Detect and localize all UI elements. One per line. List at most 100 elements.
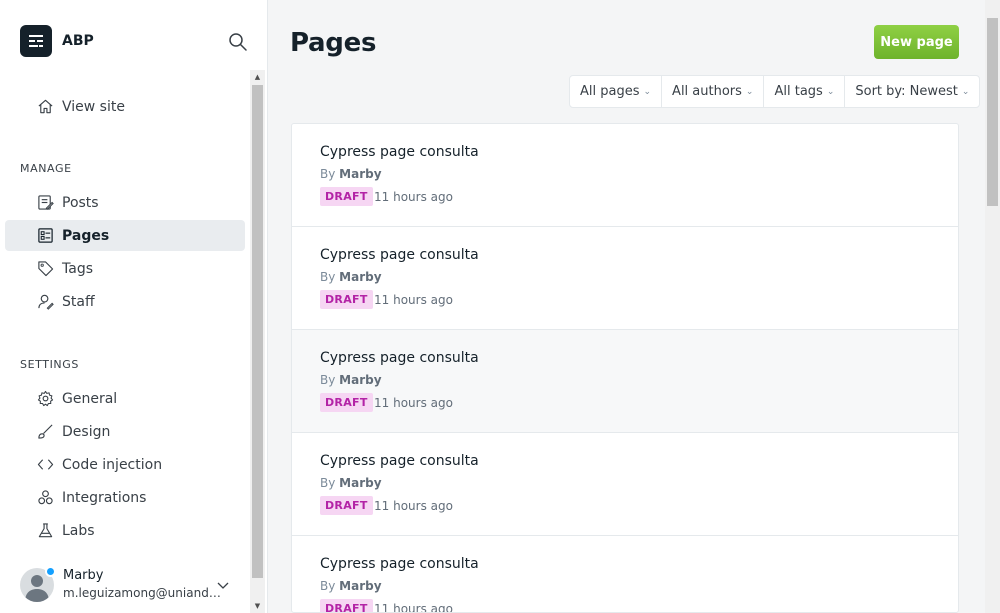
- page-title-link[interactable]: Cypress page consulta: [320, 144, 479, 160]
- search-icon[interactable]: [228, 32, 248, 52]
- filter-tags[interactable]: All tags ⌄: [764, 76, 846, 107]
- author-name: Marby: [339, 270, 382, 284]
- new-page-button[interactable]: New page: [874, 25, 959, 59]
- scroll-down-icon[interactable]: ▼: [250, 599, 265, 613]
- home-icon: [36, 98, 54, 116]
- sidebar-item-view-site[interactable]: View site: [5, 91, 245, 122]
- list-item[interactable]: Cypress page consulta By Marby DRAFT 11 …: [292, 227, 958, 330]
- page-author: By Marby: [320, 270, 382, 284]
- sidebar-item-label: Tags: [62, 260, 93, 277]
- list-item[interactable]: Cypress page consulta By Marby DRAFT 11 …: [292, 433, 958, 536]
- page-title-link[interactable]: Cypress page consulta: [320, 556, 479, 572]
- sidebar-item-label: General: [62, 390, 118, 407]
- page-title-link[interactable]: Cypress page consulta: [320, 453, 479, 469]
- sidebar-scrollbar[interactable]: ▲ ▼: [250, 70, 265, 613]
- sidebar-item-label: Design: [62, 423, 111, 440]
- posts-icon: [36, 194, 54, 212]
- user-menu[interactable]: Marby m.leguizamong@uniandes.edu.co: [20, 563, 250, 607]
- list-item[interactable]: Cypress page consulta By Marby DRAFT 11 …: [292, 536, 958, 613]
- sidebar-item-labs[interactable]: Labs: [5, 515, 245, 546]
- by-label: By: [320, 270, 336, 284]
- integrations-icon: [36, 489, 54, 507]
- filter-pages[interactable]: All pages ⌄: [570, 76, 663, 107]
- page-title-link[interactable]: Cypress page consulta: [320, 247, 479, 263]
- scroll-up-icon[interactable]: ▲: [250, 70, 265, 84]
- sidebar-item-label: Integrations: [62, 489, 147, 506]
- page-timestamp: 11 hours ago: [374, 602, 453, 613]
- author-name: Marby: [339, 476, 382, 490]
- sidebar-item-label: Pages: [62, 227, 110, 244]
- brand[interactable]: ABP: [20, 24, 94, 58]
- settings-section-title: SETTINGS: [20, 358, 79, 371]
- page-timestamp: 11 hours ago: [374, 293, 453, 307]
- sidebar-item-label: Labs: [62, 522, 95, 539]
- brush-icon: [36, 423, 54, 441]
- chevron-down-icon: ⌄: [643, 86, 652, 97]
- author-name: Marby: [339, 167, 382, 181]
- by-label: By: [320, 167, 336, 181]
- sidebar-item-staff[interactable]: Staff: [5, 286, 245, 317]
- status-badge: DRAFT: [320, 599, 373, 612]
- manage-section-title: MANAGE: [20, 162, 72, 175]
- status-dot: [45, 566, 56, 577]
- page-title-link[interactable]: Cypress page consulta: [320, 350, 479, 366]
- chevron-down-icon[interactable]: [216, 577, 230, 591]
- author-name: Marby: [339, 579, 382, 593]
- sidebar-item-tags[interactable]: Tags: [5, 253, 245, 284]
- logo-icon: [20, 25, 52, 57]
- window-scroll-thumb[interactable]: [987, 18, 998, 206]
- by-label: By: [320, 579, 336, 593]
- main-content: Pages New page All pages ⌄ All authors ⌄ A…: [268, 0, 985, 613]
- chevron-down-icon: ⌄: [745, 86, 754, 97]
- status-badge: DRAFT: [320, 393, 373, 412]
- brand-name: ABP: [62, 33, 94, 49]
- gear-icon: [36, 390, 54, 408]
- page-timestamp: 11 hours ago: [374, 499, 453, 513]
- list-item[interactable]: Cypress page consulta By Marby DRAFT 11 …: [292, 124, 958, 227]
- sidebar-item-label: Code injection: [62, 456, 163, 473]
- by-label: By: [320, 476, 336, 490]
- flask-icon: [36, 522, 54, 540]
- sidebar-item-code-injection[interactable]: Code injection: [5, 449, 245, 480]
- user-email: m.leguizamong@uniandes.edu.co: [63, 586, 223, 600]
- filter-label: Sort by: Newest: [855, 84, 958, 99]
- status-badge: DRAFT: [320, 187, 373, 206]
- chevron-down-icon: ⌄: [961, 86, 970, 97]
- staff-icon: [36, 293, 54, 311]
- page-author: By Marby: [320, 373, 382, 387]
- pages-list: Cypress page consulta By Marby DRAFT 11 …: [291, 123, 959, 613]
- author-name: Marby: [339, 373, 382, 387]
- list-item[interactable]: Cypress page consulta By Marby DRAFT 11 …: [292, 330, 958, 433]
- sidebar-item-design[interactable]: Design: [5, 416, 245, 447]
- sidebar-scroll-thumb[interactable]: [252, 85, 263, 578]
- page-author: By Marby: [320, 579, 382, 593]
- by-label: By: [320, 373, 336, 387]
- sidebar-item-label: Staff: [62, 293, 95, 310]
- status-badge: DRAFT: [320, 496, 373, 515]
- sidebar-item-posts[interactable]: Posts: [5, 187, 245, 218]
- user-name: Marby: [63, 568, 104, 583]
- sidebar-item-label: View site: [62, 98, 125, 115]
- page-author: By Marby: [320, 167, 382, 181]
- page-timestamp: 11 hours ago: [374, 396, 453, 410]
- code-icon: [36, 456, 54, 474]
- window-scrollbar[interactable]: [985, 0, 1000, 613]
- status-badge: DRAFT: [320, 290, 373, 309]
- sidebar-item-label: Posts: [62, 194, 99, 211]
- filter-label: All authors: [672, 84, 742, 99]
- filter-bar: All pages ⌄ All authors ⌄ All tags ⌄ Sort b…: [569, 75, 981, 108]
- page-title: Pages: [290, 28, 377, 58]
- sidebar-item-pages[interactable]: Pages: [5, 220, 245, 251]
- page-timestamp: 11 hours ago: [374, 190, 453, 204]
- filter-sort[interactable]: Sort by: Newest ⌄: [845, 76, 979, 107]
- filter-label: All pages: [580, 84, 640, 99]
- sidebar-item-integrations[interactable]: Integrations: [5, 482, 245, 513]
- pages-icon: [36, 227, 54, 245]
- page-author: By Marby: [320, 476, 382, 490]
- chevron-down-icon: ⌄: [826, 86, 835, 97]
- filter-authors[interactable]: All authors ⌄: [662, 76, 765, 107]
- tag-icon: [36, 260, 54, 278]
- sidebar-item-general[interactable]: General: [5, 383, 245, 414]
- sidebar: ABP View site MANAGE Posts Pages Tags St…: [0, 0, 268, 613]
- filter-label: All tags: [774, 84, 823, 99]
